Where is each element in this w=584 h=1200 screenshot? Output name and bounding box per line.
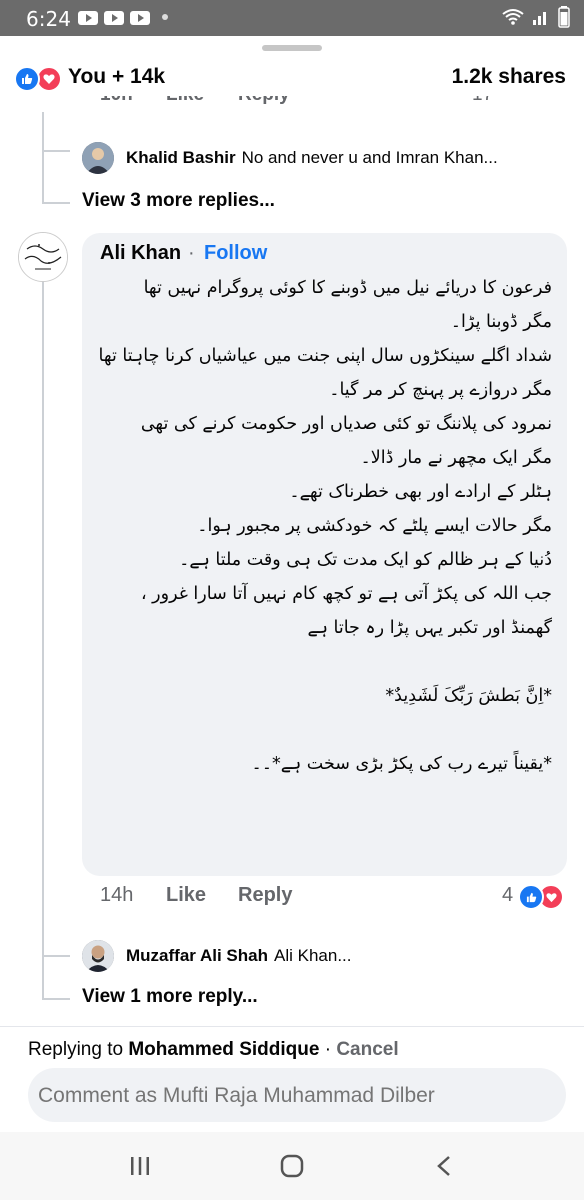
author-separator: · — [188, 242, 195, 264]
back-icon[interactable] — [424, 1148, 464, 1184]
sheet-drag-handle[interactable] — [262, 45, 322, 51]
thread-line — [42, 282, 44, 930]
youtube-icon — [104, 11, 124, 25]
avatar[interactable] — [18, 232, 68, 282]
shares-count[interactable]: 1.2k shares — [452, 65, 566, 89]
replying-separator: · — [319, 1039, 337, 1060]
reply-author[interactable]: Khalid Bashir — [126, 148, 236, 168]
home-icon[interactable] — [272, 1148, 312, 1184]
like-button[interactable]: Like — [166, 884, 206, 907]
thread-line — [42, 930, 44, 956]
comment-bubble[interactable]: Ali Khan · Follow فرعون کا دریائے نیل می… — [82, 233, 567, 876]
recent-apps-icon[interactable] — [120, 1148, 160, 1184]
thread-line — [42, 955, 44, 999]
view-more-replies-link[interactable]: View 3 more replies... — [82, 190, 275, 212]
comment-composer[interactable] — [28, 1068, 566, 1124]
reactions-summary[interactable]: You + 14k — [68, 65, 165, 89]
replying-to-label: Replying to Mohammed Siddique · Cancel — [28, 1039, 399, 1061]
system-nav-bar — [0, 1132, 584, 1200]
avatar[interactable] — [82, 142, 114, 174]
reply-composer-area: Replying to Mohammed Siddique · Cancel — [0, 1026, 584, 1133]
comment-text: فرعون کا دریائے نیل میں ڈوبنے کا کوئی پر… — [98, 278, 552, 774]
thread-line — [42, 150, 44, 204]
comment-author[interactable]: Ali Khan — [100, 242, 181, 265]
replying-prefix: Replying to — [28, 1039, 129, 1060]
comment-input[interactable] — [36, 1068, 560, 1124]
follow-button[interactable]: Follow — [204, 242, 267, 265]
reply-preview[interactable]: Muzaffar Ali Shah Ali Khan... — [82, 940, 352, 972]
like-icon — [518, 884, 544, 910]
reply-preview[interactable]: Khalid Bashir No and never u and Imran K… — [82, 142, 498, 174]
reply-text: Ali Khan... — [274, 946, 352, 965]
replying-to-name: Mohammed Siddique — [128, 1039, 320, 1060]
reply-text: No and never u and Imran Khan... — [241, 148, 498, 167]
notification-dot-icon — [162, 14, 168, 20]
wifi-icon — [502, 9, 524, 25]
avatar[interactable] — [82, 940, 114, 972]
youtube-icon — [130, 11, 150, 25]
thread-line — [42, 150, 70, 152]
view-more-replies-link[interactable]: View 1 more reply... — [82, 986, 258, 1008]
comment-time: 14h — [100, 884, 134, 906]
reaction-count: 4 — [502, 884, 514, 906]
signal-icon — [533, 12, 546, 25]
like-icon — [14, 66, 40, 92]
reply-button[interactable]: Reply — [238, 884, 292, 907]
reactions-summary-bar[interactable]: You + 14k 1.2k shares — [0, 60, 584, 96]
youtube-icon — [78, 11, 98, 25]
thread-line — [42, 955, 70, 957]
status-bar: 6:24 — [0, 0, 584, 36]
thread-line — [42, 112, 44, 152]
thread-line — [42, 202, 70, 204]
cancel-reply-button[interactable]: Cancel — [336, 1039, 398, 1060]
battery-icon — [558, 6, 570, 28]
thread-line — [42, 998, 70, 1000]
reply-author[interactable]: Muzaffar Ali Shah — [126, 946, 268, 966]
status-time: 6:24 — [26, 7, 71, 31]
